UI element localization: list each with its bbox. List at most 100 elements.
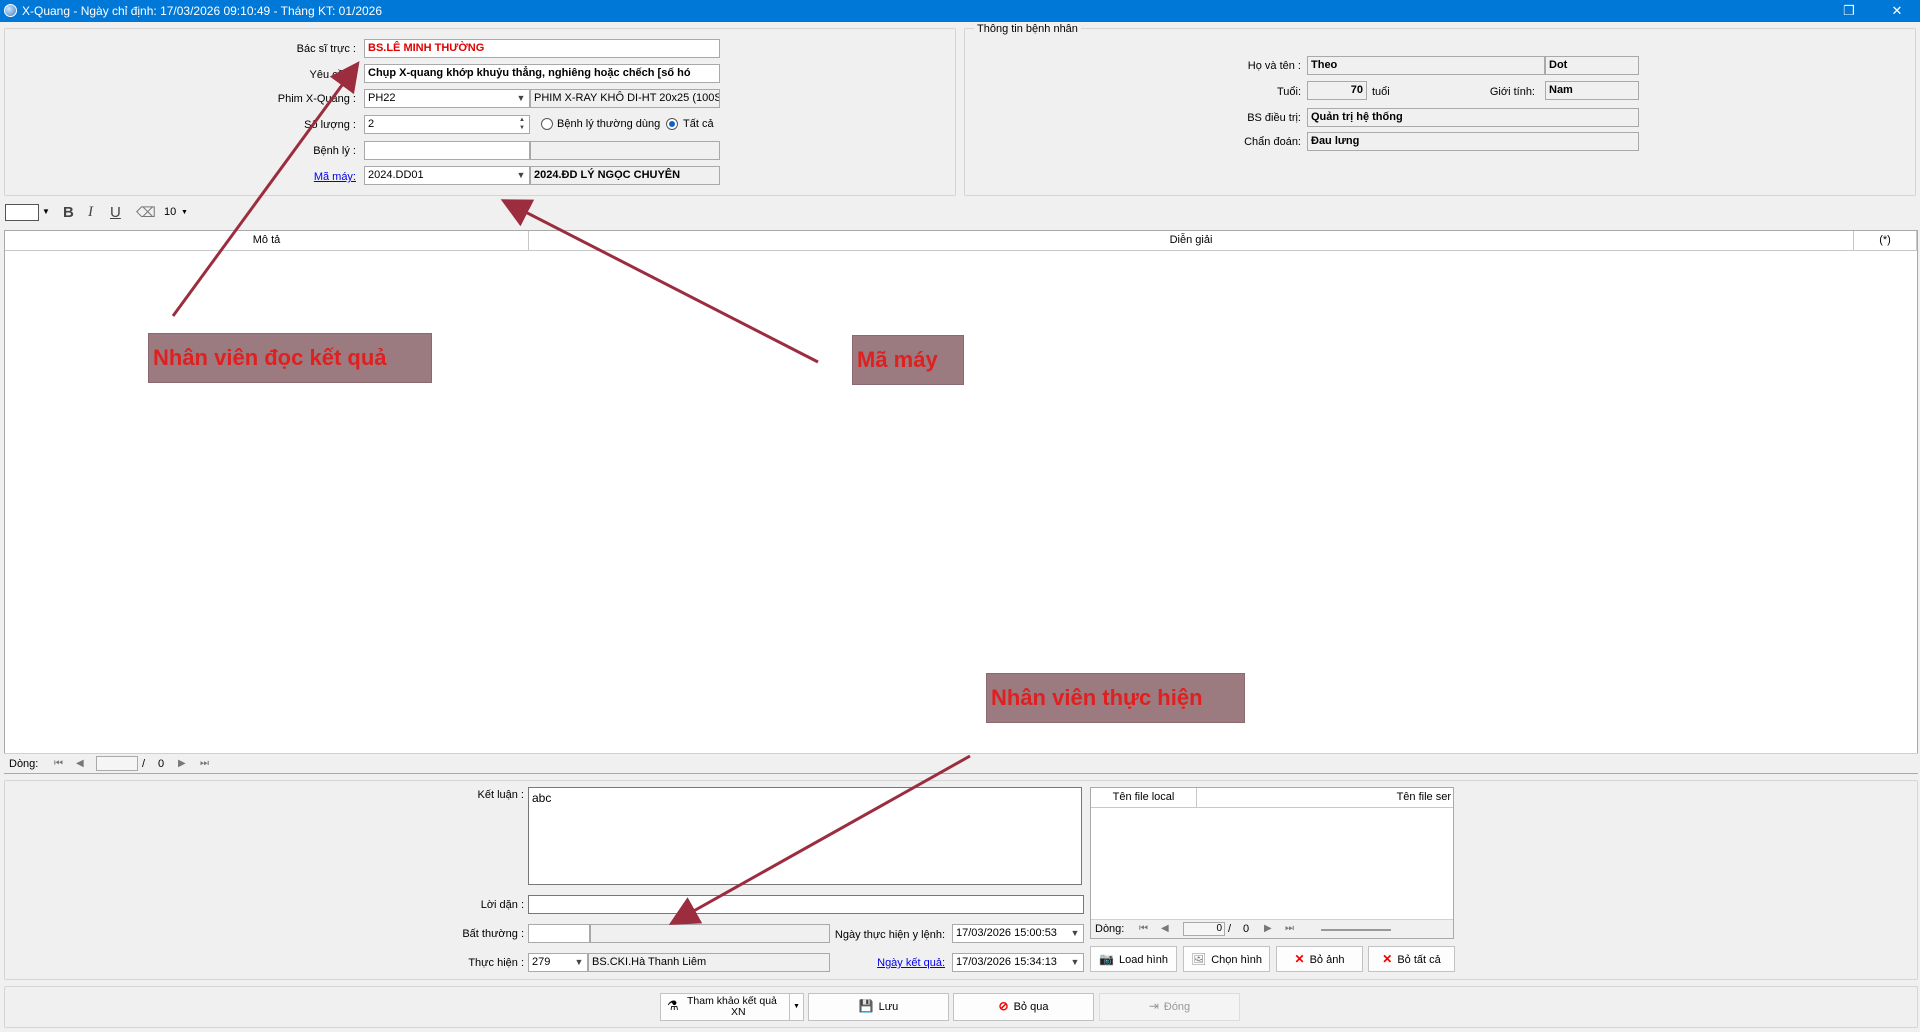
choose-image-button[interactable]: 🖼 Chọn hình — [1183, 946, 1270, 972]
flask-icon: ⚗ — [667, 998, 679, 1013]
bat-thuong-label: Bất thường : — [462, 928, 524, 940]
chevron-down-icon[interactable]: ▼ — [1067, 925, 1083, 942]
prev-record-icon[interactable]: ◀ — [1161, 923, 1169, 934]
thuc-hien-label: Thực hiện : — [468, 957, 524, 969]
next-record-icon[interactable]: ▶ — [1264, 923, 1272, 934]
files-navigator: Dòng: ⏮ ◀ 0 / 0 ▶ ⏭ — [1091, 919, 1453, 938]
eraser-icon[interactable]: ⌫ — [136, 204, 156, 221]
radio-all-label: Tất cả — [683, 118, 714, 130]
files-grid[interactable]: Tên file local Tên file ser Dòng: ⏮ ◀ 0 … — [1090, 787, 1454, 939]
phim-label: Phim X-Quang : — [277, 93, 356, 105]
first-record-icon[interactable]: ⏮ — [1139, 923, 1148, 934]
ngay-thuc-hien-value: 17/03/2026 15:00:53 — [956, 927, 1057, 939]
font-size-select[interactable]: 10 — [164, 206, 176, 218]
loi-dan-label: Lời dặn : — [480, 899, 524, 911]
chevron-down-icon[interactable]: ▼ — [181, 209, 188, 216]
doctor-field: Quản trị hệ thống — [1307, 108, 1639, 127]
files-nav-separator: / — [1228, 923, 1232, 935]
so-luong-stepper[interactable]: 2 ▲ ▼ — [364, 115, 530, 134]
gender-label: Giới tính: — [1489, 86, 1535, 98]
ket-luan-label: Kết luận : — [477, 789, 524, 801]
ngay-ket-qua-value: 17/03/2026 15:34:13 — [956, 956, 1057, 968]
app-icon — [4, 4, 17, 17]
phim-combo[interactable]: PH22 ▼ — [364, 89, 530, 108]
restore-button[interactable]: ❐ — [1826, 0, 1872, 22]
prev-record-icon[interactable]: ◀ — [76, 758, 84, 769]
col-header-required[interactable]: (*) — [1854, 231, 1917, 251]
phim-code: PH22 — [368, 92, 396, 104]
chevron-down-icon[interactable]: ▼ — [789, 994, 803, 1020]
radio-common-diseases[interactable] — [541, 118, 553, 130]
gender-field: Nam — [1545, 81, 1639, 100]
chevron-down-icon[interactable]: ▼ — [42, 207, 50, 216]
bat-thuong-name — [590, 924, 830, 943]
chevron-down-icon[interactable]: ▼ — [571, 954, 587, 971]
annotation-reader: Nhân viên đọc kết quả — [148, 333, 432, 383]
ma-may-combo[interactable]: 2024.DD01 ▼ — [364, 166, 530, 185]
ket-luan-textarea[interactable]: abc — [528, 787, 1082, 885]
window-title: X-Quang - Ngày chỉ định: 17/03/2026 09:1… — [22, 4, 383, 18]
ngay-thuc-hien-picker[interactable]: 17/03/2026 15:00:53 ▼ — [952, 924, 1084, 943]
cancel-icon: ⊘ — [998, 999, 1009, 1013]
chevron-down-icon[interactable]: ▼ — [1067, 954, 1083, 971]
italic-button[interactable]: I — [88, 204, 93, 221]
files-nav-current[interactable]: 0 — [1183, 922, 1225, 936]
underline-button[interactable]: U — [110, 204, 121, 221]
col-header-mo-ta[interactable]: Mô tả — [5, 231, 529, 251]
ma-may-link[interactable]: Mã máy: — [314, 171, 356, 183]
last-name-field: Dot — [1545, 56, 1639, 75]
benh-ly-name-field — [530, 141, 720, 160]
name-label: Họ và tên : — [1247, 60, 1301, 72]
thuc-hien-combo[interactable]: 279 ▼ — [528, 953, 588, 972]
bold-button[interactable]: B — [63, 204, 74, 221]
close-icon: ✕ — [1382, 952, 1393, 966]
last-record-icon[interactable]: ⏭ — [200, 758, 209, 769]
first-record-icon[interactable]: ⏮ — [54, 758, 63, 769]
description-grid[interactable]: Mô tả Diễn giải (*) — [4, 230, 1918, 774]
so-luong-value: 2 — [368, 118, 375, 130]
ngay-ket-qua-link[interactable]: Ngày kết quả: — [877, 957, 945, 969]
remove-all-button[interactable]: ✕ Bỏ tất cả — [1368, 946, 1455, 972]
remove-image-button[interactable]: ✕ Bỏ ảnh — [1276, 946, 1363, 972]
bat-thuong-code[interactable] — [528, 924, 590, 943]
patient-group-title: Thông tin bệnh nhân — [974, 23, 1081, 35]
col-header-file-local[interactable]: Tên file local — [1091, 788, 1197, 808]
close-form-button[interactable]: ⇥ Đóng — [1099, 993, 1240, 1021]
ngay-ket-qua-picker[interactable]: 17/03/2026 15:34:13 ▼ — [952, 953, 1084, 972]
diagnosis-label: Chẩn đoán: — [1244, 136, 1301, 148]
color-picker[interactable] — [5, 204, 39, 221]
benh-ly-label: Bệnh lý : — [313, 145, 356, 157]
reference-results-button[interactable]: ⚗ Tham khảo kết quả XN ▼ — [660, 993, 804, 1021]
skip-button[interactable]: ⊘ Bỏ qua — [953, 993, 1094, 1021]
grid-navigator: Dòng: ⏮ ◀ / 0 ▶ ⏭ — [4, 753, 1918, 773]
bac-si-label: Bác sĩ trực : — [296, 43, 356, 55]
first-name-field: Theo — [1307, 56, 1545, 75]
radio-common-label: Bệnh lý thường dùng — [557, 118, 661, 130]
chevron-down-icon[interactable]: ▼ — [513, 90, 529, 107]
close-button[interactable]: ✕ — [1874, 0, 1920, 22]
benh-ly-code-field[interactable] — [364, 141, 530, 160]
load-image-button[interactable]: 📷 Load hình — [1090, 946, 1177, 972]
ngay-thuc-hien-label: Ngày thực hiện y lệnh: — [834, 929, 945, 941]
radio-all[interactable] — [666, 118, 678, 130]
nav-current-input[interactable] — [96, 756, 138, 771]
save-button[interactable]: 💾 Lưu — [808, 993, 949, 1021]
annotation-performer: Nhân viên thực hiện — [986, 673, 1245, 723]
ma-may-name-field: 2024.ĐD LÝ NGỌC CHUYÊN — [530, 166, 720, 185]
last-record-icon[interactable]: ⏭ — [1285, 923, 1294, 934]
chevron-down-icon[interactable]: ▼ — [513, 167, 529, 184]
yeu-cau-field[interactable]: Chụp X-quang khớp khuỷu thẳng, nghiêng h… — [364, 64, 720, 83]
nav-separator: / — [142, 758, 146, 770]
loi-dan-field[interactable] — [528, 895, 1084, 914]
thuc-hien-code: 279 — [532, 956, 551, 968]
thuc-hien-name: BS.CKI.Hà Thanh Liêm — [588, 953, 830, 972]
next-record-icon[interactable]: ▶ — [178, 758, 186, 769]
bac-si-field[interactable]: BS.LÊ MINH THƯỜNG — [364, 39, 720, 58]
col-header-dien-giai[interactable]: Diễn giải — [529, 231, 1854, 251]
annotation-machine: Mã máy — [852, 335, 964, 385]
zoom-slider[interactable] — [1321, 929, 1391, 931]
doctor-label: BS điều trị: — [1247, 112, 1301, 124]
spin-icon[interactable]: ▲ ▼ — [515, 116, 529, 133]
col-header-file-server[interactable]: Tên file ser — [1197, 788, 1453, 808]
title-bar: X-Quang - Ngày chỉ định: 17/03/2026 09:1… — [0, 0, 1920, 22]
